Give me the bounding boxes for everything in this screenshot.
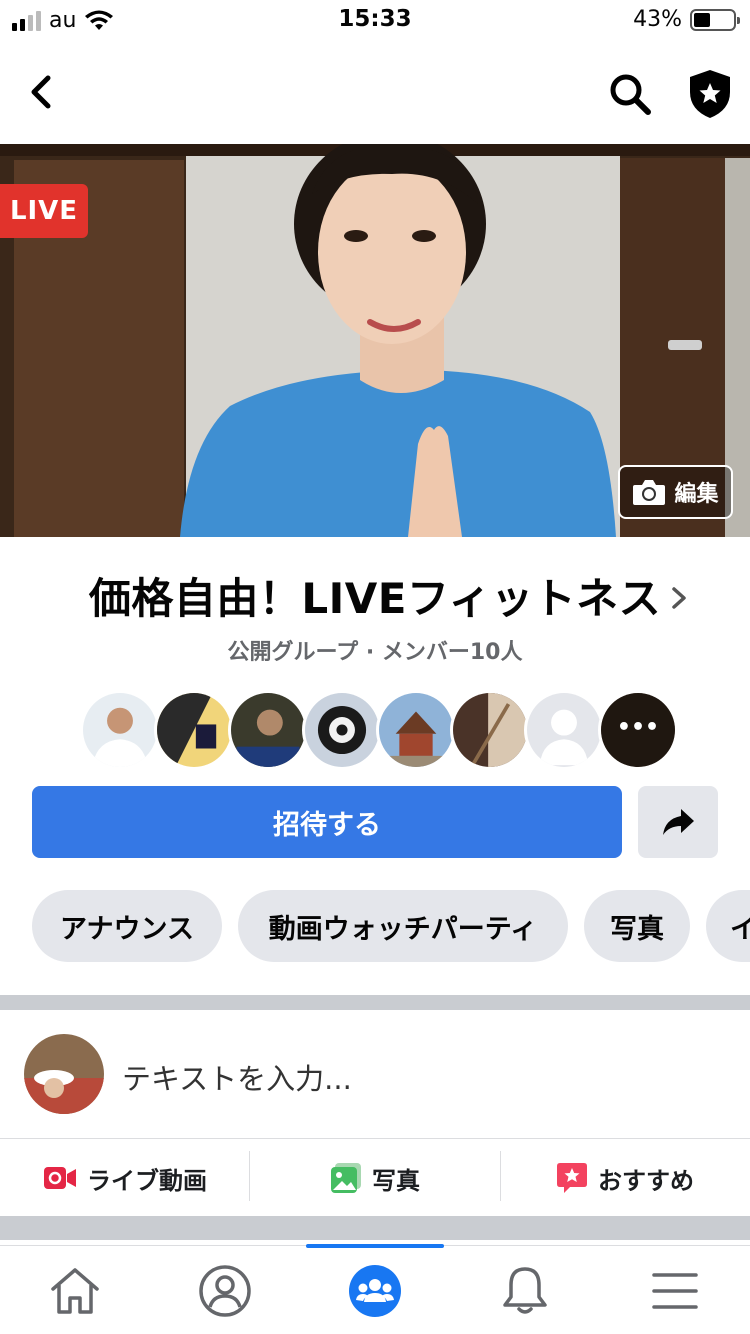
admin-shield-icon[interactable]: [686, 68, 734, 120]
chevron-right-icon[interactable]: [668, 585, 690, 611]
group-tab-chips: アナウンス 動画ウォッチパーティ 写真 イ: [32, 890, 750, 962]
group-cover-photo: LIVE 編集: [0, 144, 750, 537]
battery-icon: [690, 8, 740, 31]
section-divider: [0, 995, 750, 1010]
edit-cover-button[interactable]: 編集: [618, 465, 733, 519]
recommend-label: おすすめ: [598, 1166, 694, 1195]
battery-percent: 43%: [633, 7, 682, 32]
chip-more[interactable]: イ: [706, 890, 750, 962]
section-divider-bottom: [0, 1216, 750, 1240]
user-avatar[interactable]: [24, 1034, 104, 1114]
edit-label: 編集: [674, 482, 719, 507]
tab-notifications[interactable]: [450, 1246, 600, 1334]
bottom-tab-bar: [0, 1244, 750, 1334]
photo-label: 写真: [372, 1166, 420, 1195]
group-title-row[interactable]: 価格自由！LIVEフィットネス: [0, 565, 750, 626]
composer-actions: ライブ動画 写真 おすすめ: [0, 1138, 750, 1216]
post-composer[interactable]: テキストを入力...: [0, 1010, 750, 1138]
more-members-button[interactable]: •••: [598, 690, 678, 770]
member-avatar[interactable]: [154, 690, 234, 770]
recommend-button[interactable]: おすすめ: [500, 1139, 750, 1217]
profile-icon: [199, 1264, 251, 1317]
member-avatar[interactable]: [524, 690, 604, 770]
recommend-icon: [557, 1163, 587, 1193]
chip-announcements[interactable]: アナウンス: [32, 890, 222, 962]
group-privacy-members[interactable]: 公開グループ · メンバー10人: [0, 634, 750, 666]
live-badge: LIVE: [0, 184, 88, 238]
notifications-icon: [503, 1266, 547, 1314]
top-nav-bar: [0, 44, 750, 144]
composer-placeholder[interactable]: テキストを入力...: [122, 1056, 352, 1098]
search-icon[interactable]: [608, 72, 652, 116]
menu-icon: [652, 1272, 698, 1309]
back-chevron-icon[interactable]: [22, 72, 62, 112]
invite-button[interactable]: 招待する: [32, 786, 622, 858]
live-video-button[interactable]: ライブ動画: [0, 1139, 250, 1217]
more-label: •••: [616, 715, 660, 740]
share-arrow-icon: [663, 809, 694, 835]
member-avatar[interactable]: [302, 690, 382, 770]
status-right: 43%: [633, 7, 740, 32]
tab-home[interactable]: [0, 1246, 150, 1334]
camera-icon: [633, 480, 666, 505]
share-button[interactable]: [638, 786, 718, 858]
photo-button[interactable]: 写真: [250, 1139, 500, 1217]
tab-profile[interactable]: [150, 1246, 300, 1334]
member-avatar[interactable]: [228, 690, 308, 770]
chip-photos[interactable]: 写真: [584, 890, 690, 962]
live-video-icon: [44, 1167, 76, 1189]
photo-icon: [331, 1163, 361, 1193]
tab-menu[interactable]: [600, 1246, 750, 1334]
member-avatar[interactable]: [450, 690, 530, 770]
member-avatar[interactable]: [80, 690, 160, 770]
status-bar: au 15:33 43%: [0, 0, 750, 44]
live-video-label: ライブ動画: [87, 1166, 207, 1195]
tab-groups[interactable]: [300, 1246, 450, 1334]
groups-icon: [349, 1264, 401, 1317]
home-icon: [51, 1267, 99, 1314]
chip-watch-party[interactable]: 動画ウォッチパーティ: [238, 890, 568, 962]
group-title[interactable]: 価格自由！LIVEフィットネス: [89, 565, 661, 626]
member-avatar[interactable]: [376, 690, 456, 770]
